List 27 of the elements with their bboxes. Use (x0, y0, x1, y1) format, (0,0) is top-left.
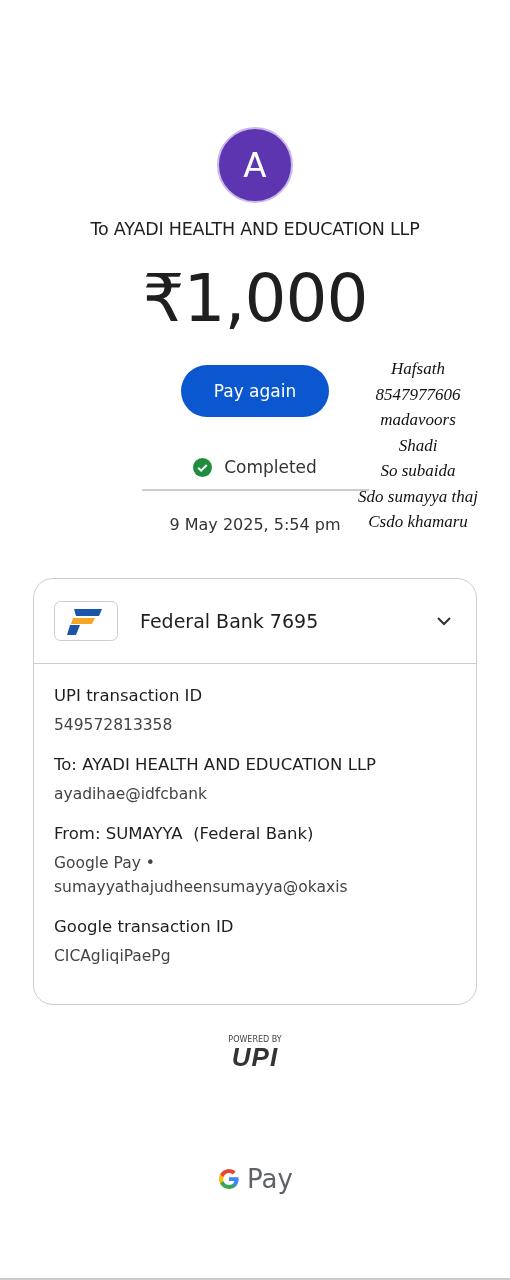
brand-name: Pay (247, 1164, 293, 1194)
detail-value: 549572813358 (54, 715, 174, 736)
recipient-name: To AYADI HEALTH AND EDUCATION LLP (90, 219, 420, 239)
handwritten-note-line: Shadi (397, 434, 439, 457)
handwritten-note-line: Sdo sumayya thaj (357, 485, 479, 508)
handwritten-note-line: 8547977606 (374, 383, 462, 406)
detail-label: Google transaction ID (54, 917, 235, 936)
upi-logo: UPI (231, 1044, 279, 1070)
status-label: Completed (224, 457, 317, 477)
powered-by-label: POWERED BY (228, 1035, 282, 1044)
avatar: A (217, 127, 293, 203)
handwritten-note-line: Csdo khamaru (367, 511, 469, 533)
detail-label: UPI transaction ID (54, 686, 204, 705)
detail-value: ayadihae@idfcbank (54, 784, 208, 805)
handwritten-note-line: madavoors (379, 409, 457, 431)
detail-label: To: AYADI HEALTH AND EDUCATION LLP (54, 755, 378, 774)
google-g-icon (217, 1167, 242, 1191)
detail-label: From: SUMAYYA (Federal Bank) (54, 824, 315, 843)
transaction-date: 9 May 2025, 5:54 pm (169, 515, 341, 534)
handwritten-note-line: Hafsath (390, 358, 446, 380)
amount: ₹1,000 (142, 259, 368, 339)
detail-value: CICAgIiqiPaePg (54, 946, 172, 967)
handwritten-note-line: So subaida (379, 460, 457, 482)
detail-value: Google Pay • sumayyathajudheensumayya@okaxis (54, 853, 349, 898)
bank-account: Federal Bank 7695 (140, 610, 320, 632)
pay-again-button[interactable]: Pay again (181, 365, 329, 417)
bank-logo-icon (54, 601, 118, 641)
